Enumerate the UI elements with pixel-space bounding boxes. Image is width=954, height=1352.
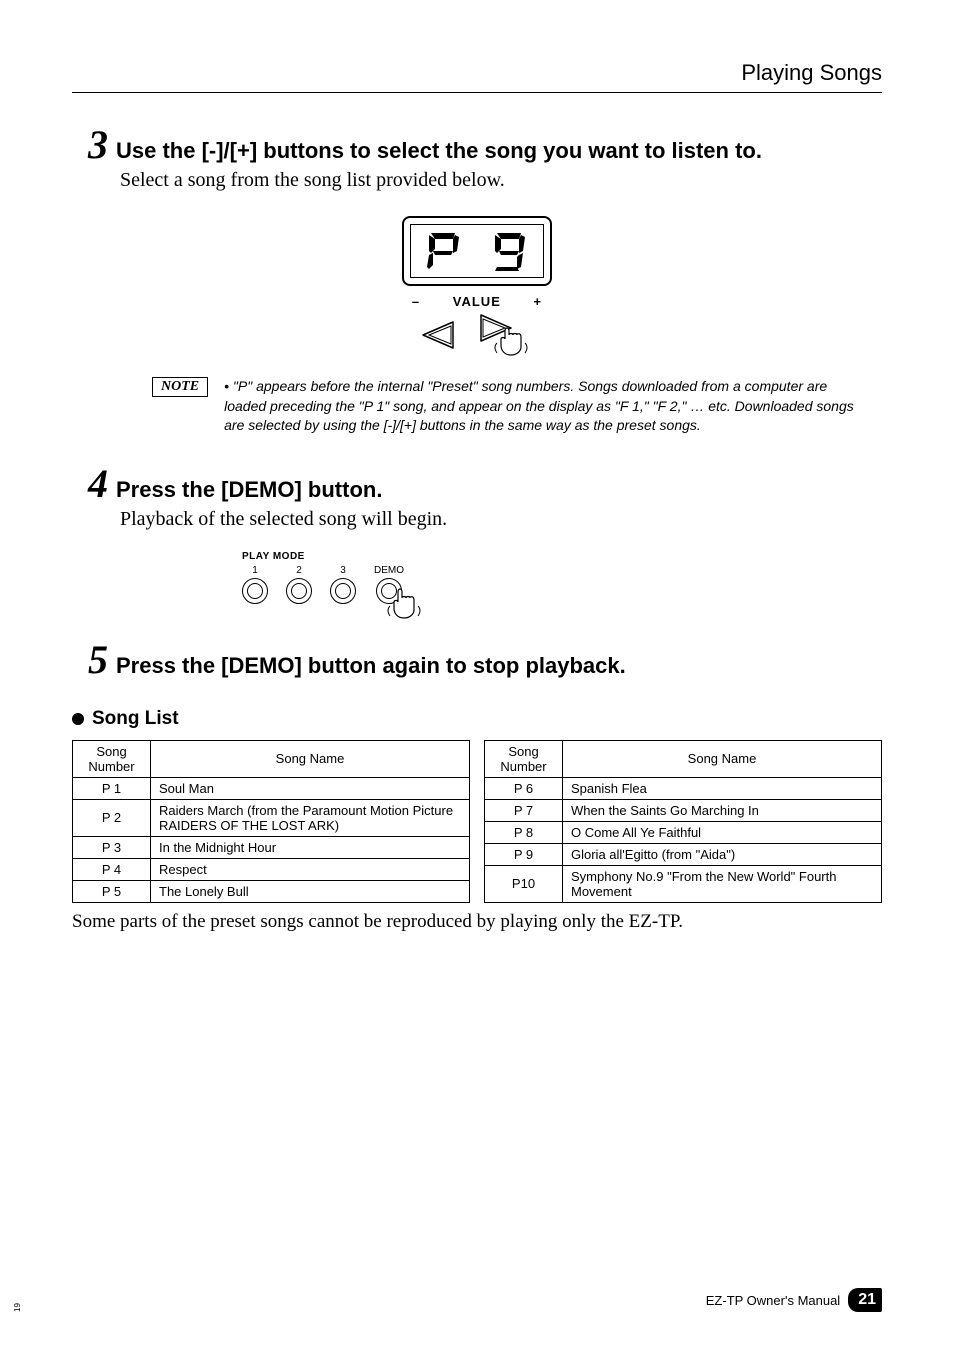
lcd-frame xyxy=(402,216,552,286)
table-row: P 9Gloria all'Egitto (from "Aida") xyxy=(485,843,882,865)
table-row: P 3In the Midnight Hour xyxy=(73,836,470,858)
song-tables: Song Number Song Name P 1Soul Man P 2Rai… xyxy=(72,740,882,903)
songlist-title: Song List xyxy=(92,708,179,730)
step-title-3: Use the [-]/[+] buttons to select the so… xyxy=(116,138,762,164)
th-song-number: Song Number xyxy=(73,740,151,777)
table-row: P 1Soul Man xyxy=(73,777,470,799)
table-row: P 8O Come All Ye Faithful xyxy=(485,821,882,843)
note-text: "P" appears before the internal "Preset"… xyxy=(224,377,872,436)
demo-label: DEMO xyxy=(374,565,404,576)
table-row: P 4Respect xyxy=(73,858,470,880)
playmode-diagram: PLAY MODE 1 2 3 DEMO xyxy=(242,551,462,604)
th-song-name: Song Name xyxy=(151,740,470,777)
page-header: Playing Songs xyxy=(72,60,882,93)
playmode-button-3: 3 xyxy=(330,565,356,604)
step-5: 5 Press the [DEMO] button again to stop … xyxy=(72,640,882,680)
playmode-num-3: 3 xyxy=(340,565,346,576)
table-row: P 6Spanish Flea xyxy=(485,777,882,799)
step-3: 3 Use the [-]/[+] buttons to select the … xyxy=(72,125,882,192)
step-4: 4 Press the [DEMO] button. Playback of t… xyxy=(72,464,882,531)
page-number: 21 xyxy=(848,1288,882,1312)
playmode-num-2: 2 xyxy=(296,565,302,576)
table-row: P 7When the Saints Go Marching In xyxy=(485,799,882,821)
song-table-right: Song Number Song Name P 6Spanish Flea P … xyxy=(484,740,882,903)
minus-label: – xyxy=(412,294,420,309)
th-song-number: Song Number xyxy=(485,740,563,777)
value-display-diagram: – VALUE + xyxy=(392,216,562,357)
value-label: – VALUE + xyxy=(392,294,562,309)
side-page-number: 19 xyxy=(13,1303,22,1312)
page-footer: EZ-TP Owner's Manual 21 xyxy=(706,1288,882,1312)
value-buttons xyxy=(392,313,562,357)
value-plus-button xyxy=(479,313,535,357)
step-number-5: 5 xyxy=(72,640,108,680)
song-table-left: Song Number Song Name P 1Soul Man P 2Rai… xyxy=(72,740,470,903)
playmode-button-2: 2 xyxy=(286,565,312,604)
demo-button: DEMO xyxy=(374,565,404,604)
table-row: P 2Raiders March (from the Paramount Mot… xyxy=(73,799,470,836)
step-number-3: 3 xyxy=(72,125,108,165)
note-block: NOTE "P" appears before the internal "Pr… xyxy=(152,377,872,436)
step-title-4: Press the [DEMO] button. xyxy=(116,477,382,503)
value-text: VALUE xyxy=(453,294,501,309)
lcd-inner xyxy=(410,224,544,278)
playmode-num-1: 1 xyxy=(252,565,258,576)
section-title: Playing Songs xyxy=(741,60,882,85)
plus-label: + xyxy=(534,294,543,309)
th-song-name: Song Name xyxy=(563,740,882,777)
value-minus-button xyxy=(419,320,455,350)
playmode-button-1: 1 xyxy=(242,565,268,604)
step-body-3: Select a song from the song list provide… xyxy=(120,169,882,192)
songlist-note: Some parts of the preset songs cannot be… xyxy=(72,911,882,933)
songlist-heading: Song List xyxy=(72,708,882,730)
step-title-5: Press the [DEMO] button again to stop pl… xyxy=(116,653,626,679)
note-label: NOTE xyxy=(152,377,208,397)
footer-text: EZ-TP Owner's Manual xyxy=(706,1293,840,1308)
table-row: P10Symphony No.9 "From the New World" Fo… xyxy=(485,865,882,902)
step-number-4: 4 xyxy=(72,464,108,504)
hand-cursor-icon xyxy=(386,586,426,622)
table-row: P 5The Lonely Bull xyxy=(73,880,470,902)
seven-seg-p xyxy=(425,229,463,273)
playmode-label: PLAY MODE xyxy=(242,551,462,562)
seven-seg-9 xyxy=(491,229,529,273)
bullet-icon xyxy=(72,713,84,725)
step-body-4: Playback of the selected song will begin… xyxy=(120,508,882,531)
